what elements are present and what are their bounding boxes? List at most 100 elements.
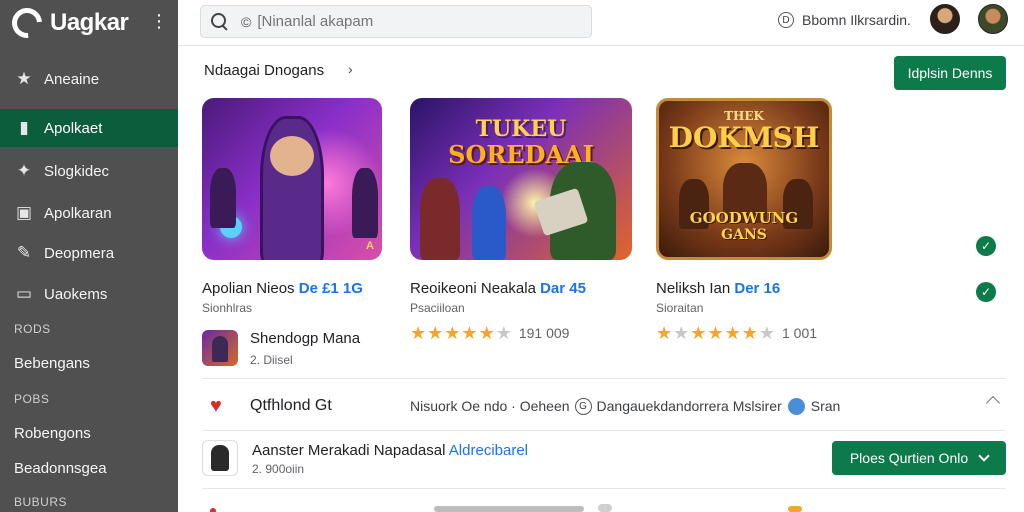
star-icon: ★: [495, 323, 512, 343]
app-name-text: Neliksh Ian: [656, 280, 731, 297]
star-icon: ★: [673, 323, 690, 343]
sidebar-section-heading: POBS: [14, 392, 50, 406]
row-meta-text: Nisuork Oe ndo · Oeheen: [410, 398, 570, 414]
check-icon[interactable]: ✓: [976, 236, 996, 256]
app-card[interactable]: TUKEU SOREDAAI Reoikeoni Neakala Dar 45 …: [410, 98, 632, 342]
rating-count: 1 001: [781, 325, 818, 341]
heart-icon[interactable]: ♥: [210, 395, 240, 418]
row-action-button[interactable]: Ploes Qurtien Onlo: [832, 441, 1006, 475]
primary-action-button[interactable]: Idplsin Denns: [894, 56, 1006, 90]
list-row[interactable]: Aanster Merakadi Napadasal Aldrecibarel …: [202, 438, 1006, 478]
chevron-up-icon[interactable]: [985, 395, 1001, 411]
puzzle-icon: ✦: [16, 161, 32, 180]
app-icon: [202, 440, 238, 476]
sidebar-item-label: Aneaine: [44, 70, 100, 88]
app-category: Sionhlras: [202, 301, 253, 315]
row-meta-text: Sran: [810, 398, 841, 414]
sidebar-item-2[interactable]: ✦ Slogkidec: [0, 152, 178, 190]
info-icon: G: [574, 397, 592, 415]
star-icon: ★: [707, 323, 724, 343]
search-box[interactable]: ©: [200, 5, 592, 38]
sidebar-item-4[interactable]: ✎ Deopmera: [0, 234, 178, 272]
sidebar-item-1[interactable]: ▮ Apolkaet: [0, 109, 178, 147]
monitor-icon: ▭: [15, 284, 33, 303]
brand-name: Uagkar: [50, 9, 129, 36]
row-title-text: Aanster Merakadi Napadasal: [252, 442, 446, 459]
sidebar-link[interactable]: Robengons: [14, 425, 91, 442]
star-icon: ★: [427, 323, 444, 343]
search-input[interactable]: [257, 13, 588, 30]
list-row-expanded[interactable]: ♥ Qtfhlond Gt Nisuork Oe ndo · Oeheen G …: [202, 390, 1006, 422]
search-icon: [211, 12, 229, 31]
search-prefix: ©: [241, 13, 252, 30]
bar-chart-icon: ▮: [19, 118, 29, 137]
divider: [202, 488, 1006, 489]
app-name-text: Apolian Nieos: [202, 280, 295, 297]
sidebar-section-heading: BUBURS: [14, 495, 68, 509]
star-rating: ★ ★ ★ ★ ★ ★ 191 009: [410, 324, 569, 342]
brand[interactable]: Uagkar: [5, 1, 129, 45]
app-category: Sioraitan: [656, 301, 704, 315]
sidebar-item-0[interactable]: ★ Aneaine: [0, 60, 178, 98]
star-rating: ★ ★ ★ ★ ★ ★ ★ 1 001: [656, 324, 817, 342]
avatar[interactable]: [930, 4, 960, 34]
account-icon: D: [778, 12, 794, 28]
sidebar-link[interactable]: Beadonnsgea: [14, 460, 107, 477]
app-name: Apolian Nieos De £1 1G: [202, 280, 402, 297]
app-name-text: Reoikeoni Neakala: [410, 280, 536, 297]
sidebar: Uagkar ⋮ ★ Aneaine ▮ Apolkaet ✦ Slogkide…: [0, 0, 178, 512]
list-row-partial: [202, 504, 1006, 512]
account-name: Bbomn Ilkrsardin.: [802, 12, 911, 28]
row-text-placeholder: [434, 506, 584, 512]
divider: [202, 430, 1006, 431]
art-subtitle-2: GANS: [721, 227, 767, 243]
avatar[interactable]: [978, 4, 1008, 34]
magic-wand-icon: ✎: [16, 243, 32, 262]
star-icon: ★: [16, 69, 32, 88]
image-icon: ▣: [15, 203, 33, 222]
sidebar-link[interactable]: Bebengans: [14, 355, 90, 372]
sidebar-item-label: Uaokems: [44, 285, 108, 303]
sidebar-section-heading: RODS: [14, 322, 51, 336]
app-price: Der 16: [734, 280, 781, 297]
app-name: Reoikeoni Neakala Dar 45: [410, 280, 610, 297]
row-meta: 2. 900oiin: [252, 462, 305, 476]
star-icon: ★: [758, 323, 775, 343]
related-app-title: Shendogp Mana: [250, 330, 361, 347]
star-icon: ★: [741, 323, 758, 343]
related-app-meta: 2. Diisel: [250, 353, 293, 367]
check-icon[interactable]: ✓: [976, 282, 996, 302]
star-icon: ★: [690, 323, 707, 343]
related-app[interactable]: Shendogp Mana 2. Diisel: [202, 330, 360, 367]
more-menu-icon[interactable]: ⋮: [150, 12, 168, 30]
brand-logo-icon: [5, 1, 49, 45]
app-card[interactable]: THEK DOKMSH GOODWUNG GANS Neliksh Ian De…: [656, 98, 832, 342]
art-subtitle: GOODWUNG: [689, 209, 799, 227]
row-title-link[interactable]: Aldrecibarel: [449, 442, 528, 459]
art-badge: A: [366, 240, 374, 252]
app-artwork: THEK DOKMSH GOODWUNG GANS: [656, 98, 832, 260]
app-price: De £1 1G: [298, 280, 363, 297]
sidebar-item-label: Apolkaet: [44, 119, 103, 137]
main-content: Ndaagai Dnogans › Idplsin Denns A Apolia…: [178, 46, 1024, 512]
art-title: DOKMSH: [668, 121, 820, 154]
row-indicator: [210, 508, 216, 512]
sidebar-item-5[interactable]: ▭ Uaokems: [0, 275, 178, 313]
row-meta-text: Dangauekdandorrera Mslsirer: [596, 398, 782, 414]
star-icon: ★: [444, 323, 461, 343]
chevron-right-icon[interactable]: ›: [348, 61, 353, 77]
row-icon-placeholder: [598, 504, 612, 512]
sidebar-item-3[interactable]: ▣ Apolkaran: [0, 194, 178, 232]
divider: [202, 378, 1006, 379]
star-icon: ★: [724, 323, 741, 343]
row-meta: Nisuork Oe ndo · Oeheen G Dangauekdandor…: [410, 397, 841, 415]
row-action-label: Ploes Qurtien Onlo: [849, 450, 969, 466]
account-label[interactable]: D Bbomn Ilkrsardin.: [778, 12, 911, 28]
row-badge-placeholder: [788, 506, 802, 512]
section-title: Ndaagai Dnogans: [204, 62, 325, 79]
app-card[interactable]: A Apolian Nieos De £1 1G Sionhlras Shend…: [202, 98, 382, 367]
sidebar-item-label: Slogkidec: [44, 162, 110, 180]
app-category: Psaciiloan: [410, 301, 465, 315]
app-artwork: TUKEU SOREDAAI: [410, 98, 632, 260]
art-title-top: TUKEU: [475, 116, 567, 142]
